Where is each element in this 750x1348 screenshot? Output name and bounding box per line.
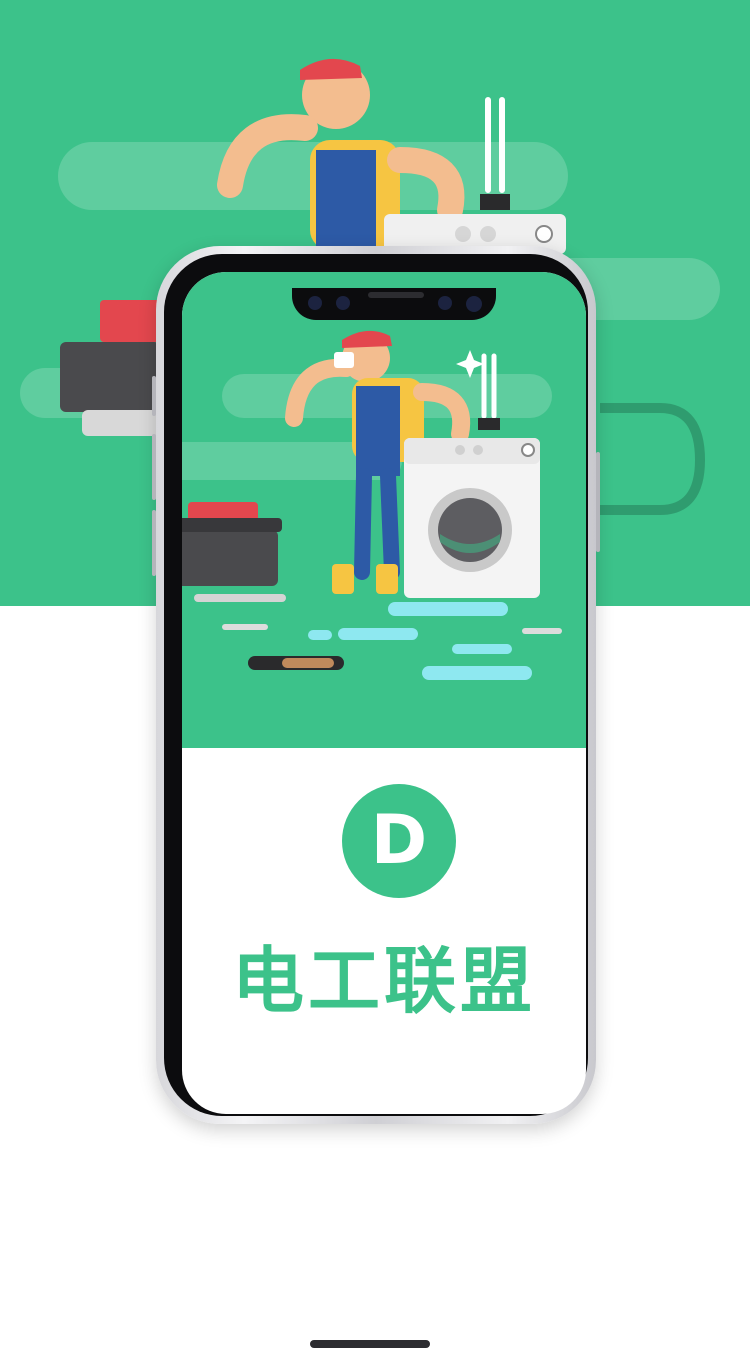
phone-side-button (596, 452, 600, 552)
phone-notch (292, 288, 496, 320)
logo-letter: D (370, 801, 428, 880)
sensor-icon (438, 296, 452, 310)
phone-side-button (152, 510, 156, 576)
app-logo: D (342, 784, 456, 898)
camera-icon (308, 296, 322, 310)
phone-screen: D 电工联盟 (182, 272, 586, 1114)
front-camera-icon (466, 296, 482, 312)
handyman-illustration (182, 330, 562, 680)
speaker-grille (368, 292, 424, 298)
app-name: 电工联盟 (231, 939, 536, 1023)
home-indicator (310, 1340, 430, 1348)
phone-side-button (152, 376, 156, 416)
phone-bezel: D 电工联盟 (164, 254, 588, 1116)
phone-mockup: D 电工联盟 (152, 246, 600, 1348)
splash-illustration (182, 272, 586, 748)
sensor-icon (336, 296, 350, 310)
phone-side-button (152, 434, 156, 500)
